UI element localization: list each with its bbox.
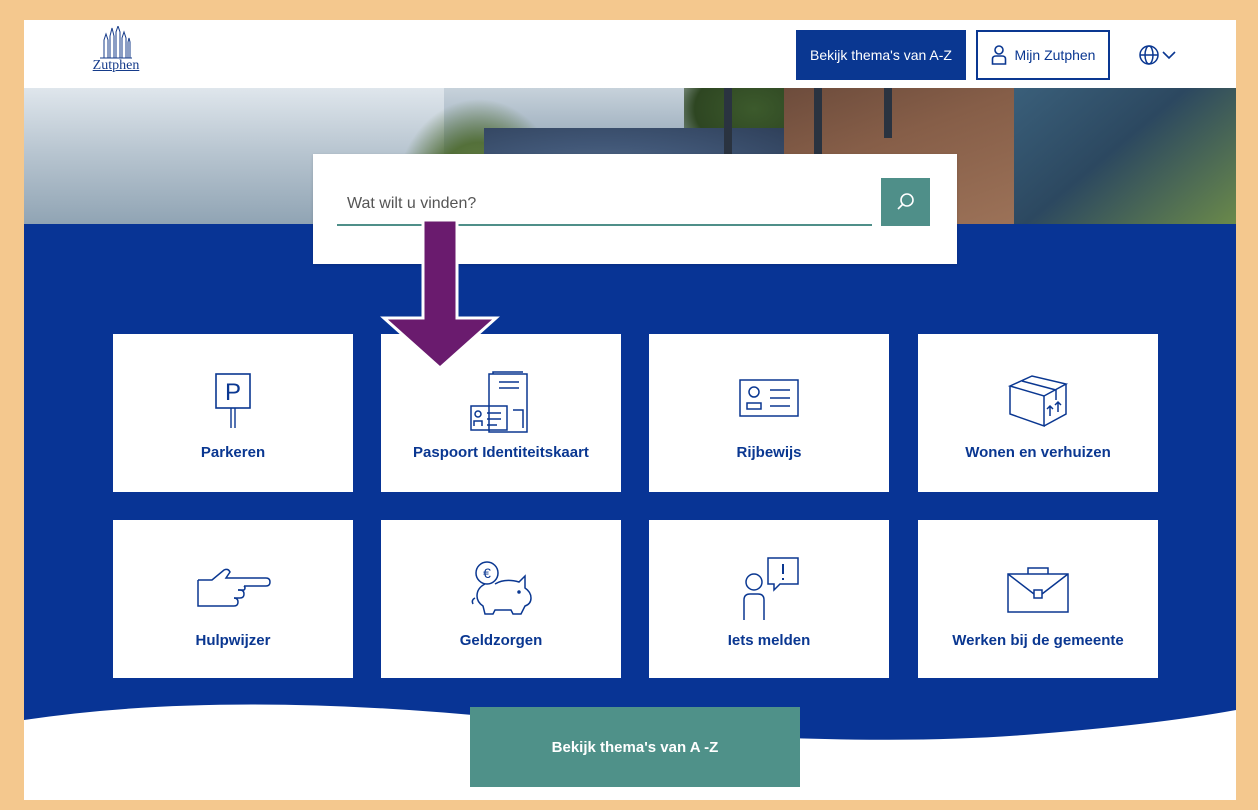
tile-label: Hulpwijzer: [195, 632, 271, 649]
parking-sign-icon: P: [215, 373, 251, 428]
tile-geldzorgen[interactable]: € Geldzorgen: [381, 520, 621, 678]
globe-icon: [1139, 45, 1159, 65]
tile-label: Werken bij de gemeente: [952, 632, 1124, 649]
themes-a-z-button[interactable]: Bekijk thema's van A-Z: [796, 30, 966, 80]
search-icon: [896, 193, 914, 210]
svg-text:P: P: [225, 379, 241, 406]
tile-label: Iets melden: [727, 632, 811, 649]
moving-box-icon: [1007, 375, 1069, 428]
language-selector[interactable]: [1138, 44, 1182, 66]
passport-id-icon: [470, 371, 528, 433]
piggy-bank-icon: €: [471, 561, 532, 615]
briefcase-icon: [1007, 567, 1069, 613]
mijn-zutphen-label: Mijn Zutphen: [1014, 47, 1096, 63]
report-person-icon: [743, 557, 799, 620]
tile-label: Geldzorgen: [459, 632, 543, 649]
tile-hulpwijzer[interactable]: Hulpwijzer: [113, 520, 353, 678]
view-themes-button[interactable]: Bekijk thema's van A -Z: [470, 707, 800, 787]
page-frame: Zutphen Bekijk thema's van A-Z Mijn Zutp…: [24, 20, 1236, 800]
drivers-license-icon: [739, 379, 799, 417]
tile-label: Wonen en verhuizen: [965, 444, 1111, 461]
tile-werken[interactable]: Werken bij de gemeente: [918, 520, 1158, 678]
tile-label: Paspoort Identiteitskaart: [413, 444, 589, 461]
svg-text:€: €: [483, 565, 491, 581]
chevron-down-icon: [1162, 51, 1176, 60]
pointing-hand-icon: [197, 568, 271, 607]
mijn-zutphen-button[interactable]: Mijn Zutphen: [976, 30, 1110, 80]
tile-label: Parkeren: [200, 444, 266, 461]
site-header: Zutphen Bekijk thema's van A-Z Mijn Zutp…: [24, 20, 1236, 88]
logo-text: Zutphen: [92, 58, 140, 73]
city-skyline-icon: [100, 26, 132, 59]
search-button[interactable]: [881, 178, 930, 226]
annotation-arrow-icon: [380, 218, 500, 370]
user-icon: [991, 45, 1006, 65]
tile-rijbewijs[interactable]: Rijbewijs: [649, 334, 889, 492]
tile-iets-melden[interactable]: Iets melden: [649, 520, 889, 678]
tile-wonen[interactable]: Wonen en verhuizen: [918, 334, 1158, 492]
zutphen-logo[interactable]: Zutphen: [86, 26, 146, 78]
tile-parkeren[interactable]: P Parkeren: [113, 334, 353, 492]
tile-label: Rijbewijs: [736, 444, 802, 461]
